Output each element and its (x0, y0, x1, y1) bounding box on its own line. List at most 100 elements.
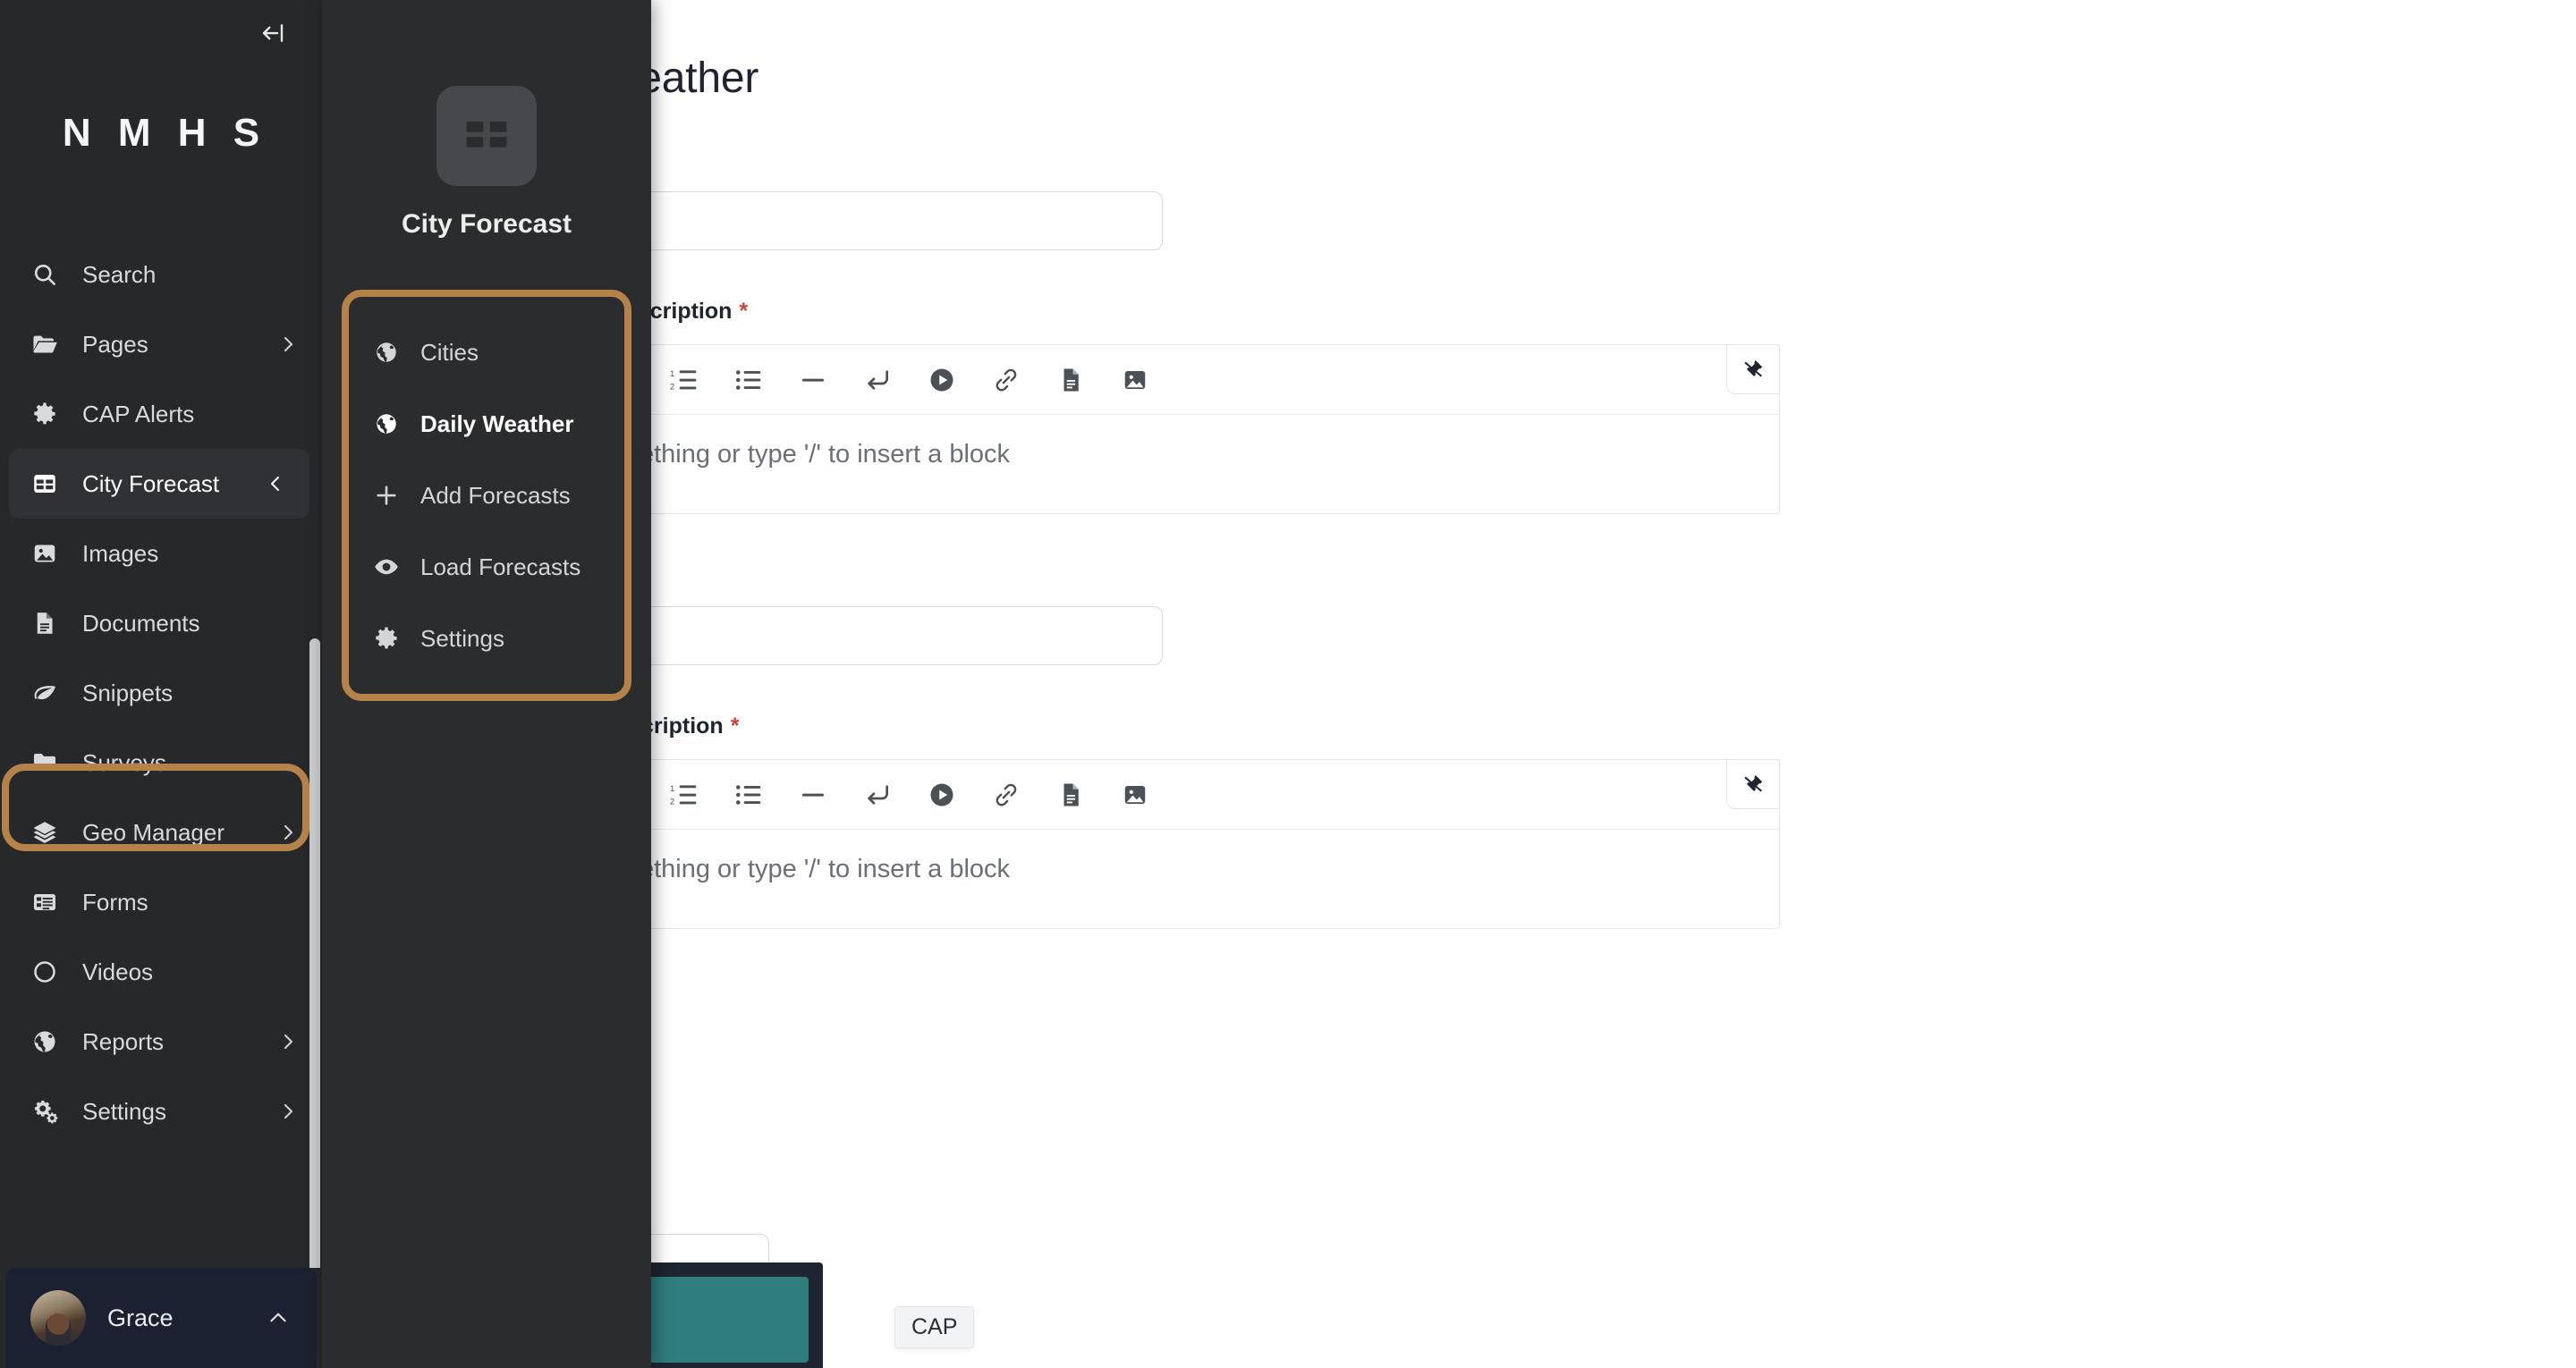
forecast-description-label: Forecast Description * (501, 714, 1825, 739)
globe-icon (29, 1028, 61, 1055)
sidebar-item-images[interactable]: Images (0, 519, 322, 588)
flyout-item-daily-weather[interactable]: Daily Weather (349, 388, 624, 460)
sidebar-item-reports[interactable]: Reports (0, 1007, 322, 1077)
line-break-icon[interactable] (845, 353, 910, 407)
video-icon[interactable] (910, 353, 974, 407)
sidebar-item-city-forecast[interactable]: City Forecast (9, 449, 309, 519)
numbered-list-icon[interactable]: 12 (652, 768, 716, 822)
flyout-item-label: Settings (420, 624, 504, 652)
primary-sidebar: N M H S Search Pages CAP Alerts City For… (0, 0, 322, 1368)
forecast-heading: Forecast (501, 561, 1825, 587)
bullet-list-icon[interactable] (716, 353, 781, 407)
page-title: Daily weather (501, 55, 759, 102)
flyout-item-settings[interactable]: Settings (349, 603, 624, 674)
app-window: Daily weather Summary Summary Descriptio… (0, 0, 2576, 1368)
summary-editor-toolbar: H3 H4 12 (502, 345, 1779, 415)
sidebar-item-geo-manager[interactable]: Geo Manager (0, 798, 322, 867)
summary-heading: Summary (501, 146, 1825, 172)
image-icon[interactable] (1103, 768, 1167, 822)
gear-icon (372, 625, 401, 652)
flyout-item-label: Daily Weather (420, 410, 574, 437)
user-profile-row[interactable]: Grace (5, 1268, 317, 1368)
document-icon (29, 610, 61, 637)
svg-text:2: 2 (670, 797, 674, 806)
sidebar-item-label: Settings (82, 1097, 166, 1125)
chevron-left-icon (265, 473, 286, 494)
summary-editor[interactable]: H3 H4 12 (501, 344, 1780, 514)
unpin-toolbar-icon[interactable] (1726, 344, 1780, 394)
horizontal-rule-icon[interactable] (781, 768, 845, 822)
table-icon (29, 470, 61, 497)
sidebar-item-label: Snippets (82, 679, 174, 706)
flyout-title: City Forecast (401, 209, 572, 239)
user-name: Grace (107, 1304, 174, 1331)
sidebar-item-label: Geo Manager (82, 818, 225, 846)
gear-icon (29, 401, 61, 427)
link-icon[interactable] (974, 768, 1038, 822)
chevron-right-icon (277, 1031, 299, 1052)
sidebar-scrollbar[interactable] (309, 638, 320, 1268)
flyout-menu-list: Cities Daily Weather Add Forecasts Load … (342, 290, 631, 701)
unpin-toolbar-icon[interactable] (1726, 759, 1780, 809)
forecast-editor[interactable]: H3 H4 12 (501, 759, 1780, 929)
city-forecast-flyout-panel: City Forecast Cities Daily Weather Add F… (322, 0, 651, 1368)
sidebar-item-videos[interactable]: Videos (0, 937, 322, 1007)
flyout-item-add-forecasts[interactable]: Add Forecasts (349, 460, 624, 531)
sidebar-item-label: Documents (82, 609, 200, 637)
gears-icon (29, 1098, 61, 1125)
search-icon (29, 261, 61, 288)
sidebar-top-bar (0, 0, 322, 66)
forecast-editor-body[interactable]: Write something or type '/' to insert a … (502, 830, 1779, 928)
document-icon[interactable] (1038, 768, 1103, 822)
sidebar-item-documents[interactable]: Documents (0, 588, 322, 658)
collapse-sidebar-icon[interactable] (252, 13, 293, 54)
horizontal-rule-icon[interactable] (781, 353, 845, 407)
svg-text:2: 2 (670, 382, 674, 391)
svg-text:1: 1 (670, 784, 674, 793)
numbered-list-icon[interactable]: 12 (652, 353, 716, 407)
document-icon[interactable] (1038, 353, 1103, 407)
svg-text:1: 1 (670, 369, 674, 378)
image-icon[interactable] (1103, 353, 1167, 407)
avatar (30, 1290, 86, 1346)
cap-badge: CAP (894, 1306, 975, 1348)
sidebar-item-label: City Forecast (82, 469, 220, 497)
chevron-up-icon[interactable] (267, 1306, 290, 1330)
flyout-app-icon-wrap (322, 0, 651, 186)
bullet-list-icon[interactable] (716, 768, 781, 822)
sidebar-item-label: Surveys (82, 748, 166, 776)
link-icon[interactable] (974, 353, 1038, 407)
plus-icon (372, 482, 401, 509)
sidebar-item-label: Videos (82, 958, 154, 985)
globe-icon (372, 411, 401, 436)
flyout-item-load-forecasts[interactable]: Load Forecasts (349, 531, 624, 603)
sidebar-item-label: CAP Alerts (82, 400, 195, 427)
sidebar-item-surveys[interactable]: Surveys (0, 728, 322, 798)
video-icon[interactable] (910, 768, 974, 822)
flyout-item-label: Load Forecasts (420, 553, 581, 580)
chevron-right-icon (277, 822, 299, 843)
brand-logo: N M H S (62, 111, 268, 155)
line-break-icon[interactable] (845, 768, 910, 822)
flyout-item-cities[interactable]: Cities (349, 317, 624, 388)
flyout-item-label: Add Forecasts (420, 481, 571, 509)
sidebar-item-search[interactable]: Search (0, 240, 322, 309)
sidebar-item-snippets[interactable]: Snippets (0, 658, 322, 728)
sidebar-item-settings[interactable]: Settings (0, 1077, 322, 1146)
chevron-right-icon (277, 334, 299, 355)
image-icon (29, 540, 61, 567)
summary-editor-body[interactable]: Write something or type '/' to insert a … (502, 415, 1779, 513)
sidebar-item-pages[interactable]: Pages (0, 309, 322, 379)
forecast-editor-toolbar: H3 H4 12 (502, 760, 1779, 830)
folder-icon (29, 749, 61, 776)
required-asterisk: * (730, 714, 740, 739)
sidebar-item-label: Search (82, 260, 157, 288)
sidebar-item-label: Forms (82, 888, 148, 916)
sidebar-item-label: Images (82, 539, 159, 567)
sidebar-item-label: Reports (82, 1027, 165, 1055)
sidebar-item-forms[interactable]: Forms (0, 867, 322, 937)
sidebar-item-label: Pages (82, 330, 148, 358)
chevron-right-icon (277, 1101, 299, 1122)
sidebar-item-cap-alerts[interactable]: CAP Alerts (0, 379, 322, 449)
required-asterisk: * (739, 299, 749, 324)
